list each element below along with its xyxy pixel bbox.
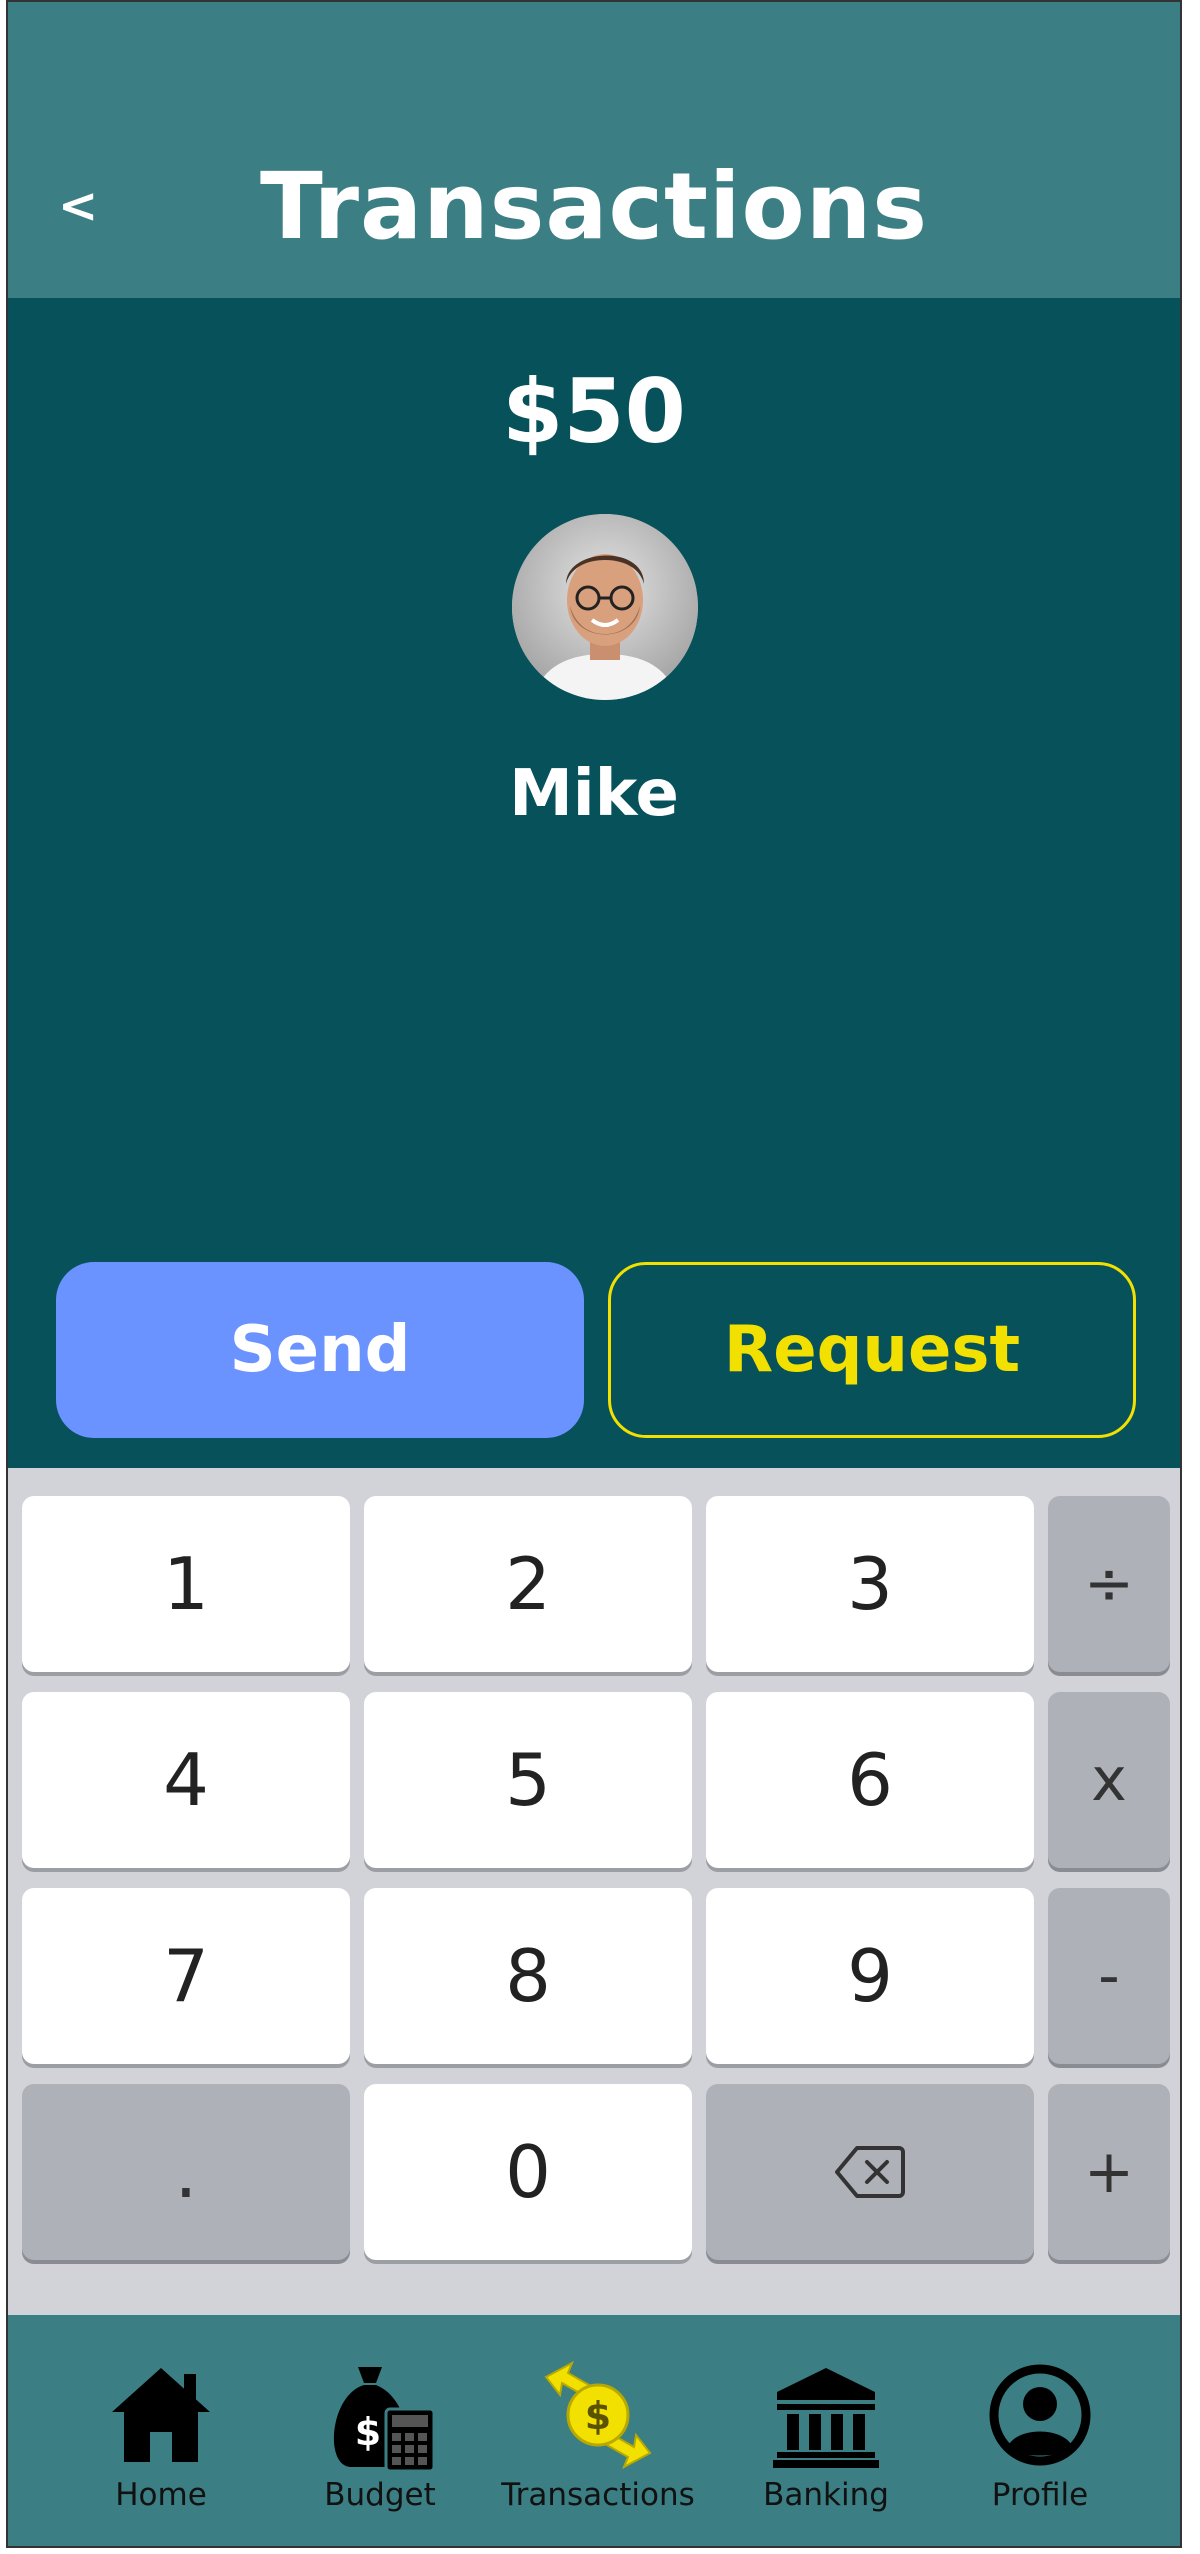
nav-item-budget[interactable]: $ Budget bbox=[280, 2355, 480, 2515]
divide-label: ÷ bbox=[1083, 1549, 1135, 1619]
backspace-icon bbox=[835, 2146, 905, 2198]
amount-display: $50 bbox=[502, 360, 686, 463]
page-title: Transactions bbox=[260, 153, 928, 260]
recipient-name: Mike bbox=[509, 757, 679, 831]
key-backspace[interactable] bbox=[706, 2084, 1034, 2260]
multiply-label: x bbox=[1091, 1745, 1127, 1815]
minus-label: - bbox=[1098, 1941, 1120, 2011]
key-3[interactable]: 3 bbox=[706, 1496, 1034, 1672]
nav-item-home[interactable]: Home bbox=[61, 2355, 261, 2515]
money-bag-calculator-icon: $ bbox=[320, 2355, 440, 2475]
key-4[interactable]: 4 bbox=[22, 1692, 350, 1868]
key-minus[interactable]: - bbox=[1048, 1888, 1170, 2064]
nav-item-transactions[interactable]: $ Transactions bbox=[498, 2355, 698, 2515]
bottom-nav: Home $ Budget $ Transactions Banking Pro… bbox=[8, 2315, 1180, 2546]
svg-text:$: $ bbox=[355, 2410, 381, 2454]
bank-icon bbox=[771, 2355, 881, 2475]
nav-label-banking: Banking bbox=[763, 2477, 889, 2513]
key-5[interactable]: 5 bbox=[364, 1692, 692, 1868]
nav-label-profile: Profile bbox=[991, 2477, 1089, 2513]
key-multiply[interactable]: x bbox=[1048, 1692, 1170, 1868]
key-divide[interactable]: ÷ bbox=[1048, 1496, 1170, 1672]
plus-label: + bbox=[1083, 2137, 1135, 2207]
transfer-dollar-icon: $ bbox=[538, 2355, 658, 2475]
key-decimal[interactable]: . bbox=[22, 2084, 350, 2260]
key-0[interactable]: 0 bbox=[364, 2084, 692, 2260]
nav-item-profile[interactable]: Profile bbox=[940, 2355, 1140, 2515]
nav-label-transactions: Transactions bbox=[501, 2477, 695, 2513]
avatar-photo bbox=[512, 514, 698, 700]
key-1[interactable]: 1 bbox=[22, 1496, 350, 1672]
numeric-keypad: 1 2 3 ÷ 4 5 6 x 7 8 9 - . 0 + bbox=[8, 1468, 1180, 2315]
nav-label-home: Home bbox=[115, 2477, 207, 2513]
avatar bbox=[512, 514, 698, 700]
key-6[interactable]: 6 bbox=[706, 1692, 1034, 1868]
key-8[interactable]: 8 bbox=[364, 1888, 692, 2064]
nav-item-banking[interactable]: Banking bbox=[726, 2355, 926, 2515]
nav-label-budget: Budget bbox=[324, 2477, 436, 2513]
key-9[interactable]: 9 bbox=[706, 1888, 1034, 2064]
key-2[interactable]: 2 bbox=[364, 1496, 692, 1672]
user-circle-icon bbox=[985, 2355, 1095, 2475]
request-button[interactable]: Request bbox=[608, 1262, 1136, 1438]
phone-screen: < Transactions $50 Mike Send Request 1 2… bbox=[6, 0, 1182, 2548]
home-icon bbox=[106, 2355, 216, 2475]
svg-text:$: $ bbox=[585, 2394, 611, 2438]
app-header: < Transactions bbox=[8, 2, 1180, 298]
key-7[interactable]: 7 bbox=[22, 1888, 350, 2064]
send-button[interactable]: Send bbox=[56, 1262, 584, 1438]
key-plus[interactable]: + bbox=[1048, 2084, 1170, 2260]
